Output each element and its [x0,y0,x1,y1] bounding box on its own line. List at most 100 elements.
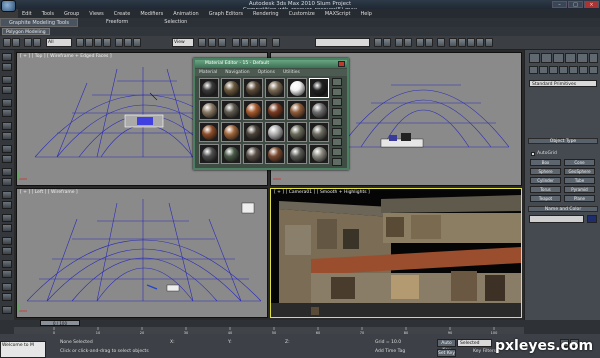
plane-button[interactable]: Plane [564,195,595,202]
material-slot[interactable] [199,122,219,142]
minimize-button[interactable]: – [552,1,567,8]
poly-tool-12-icon[interactable] [2,178,12,186]
set-key-button[interactable]: Set Key [437,349,456,357]
autogrid-checkbox[interactable] [531,152,535,156]
poly-tool-4-icon[interactable] [2,86,12,94]
material-slot[interactable] [309,78,329,98]
cylinder-button[interactable]: Cylinder [530,177,561,184]
manipulate-icon[interactable] [208,38,216,47]
material-slot[interactable] [287,144,307,164]
align-icon[interactable] [383,38,391,47]
rotate-icon[interactable] [124,38,132,47]
select-link-icon[interactable] [24,38,32,47]
menu-rendering[interactable]: Rendering [253,11,279,17]
selection-filter-dropdown[interactable]: All [46,38,72,47]
modify-tab-icon[interactable] [541,53,552,63]
pivot-center-icon[interactable] [198,38,206,47]
unlink-icon[interactable] [33,38,41,47]
make-preview-icon[interactable] [332,128,342,136]
render-iterative-icon[interactable] [476,38,484,47]
poly-tool-16-icon[interactable] [2,224,12,232]
menu-edit[interactable]: Edit [22,11,32,17]
material-slot[interactable] [287,122,307,142]
material-editor-icon[interactable] [437,38,445,47]
poly-tool-22-icon[interactable] [2,293,12,301]
poly-tool-5-icon[interactable] [2,99,12,107]
select-by-name-icon[interactable] [85,38,93,47]
move-icon[interactable] [115,38,123,47]
schematic-view-icon[interactable] [425,38,433,47]
time-slider[interactable]: 0 / 100 [40,320,80,326]
cone-button[interactable]: Cone [564,159,595,166]
activeshade-icon[interactable] [485,38,493,47]
material-editor-title[interactable]: Material Editor - 15 - Default [195,60,347,68]
material-editor-window[interactable]: Material Editor - 15 - Default Material … [193,58,349,170]
viewport-left-label[interactable]: [ + ] [ Left ] [ Wireframe ] [20,190,78,195]
object-name-field[interactable] [529,215,584,223]
poly-tool-18-icon[interactable] [2,247,12,255]
render-production-icon[interactable] [467,38,475,47]
spinner-snap-icon[interactable] [259,38,267,47]
viewport-top-label[interactable]: [ + ] [ Top ] [ Wireframe + Edged Faces … [20,54,112,59]
rect-selection-icon[interactable] [94,38,102,47]
snaps-toggle-icon[interactable] [232,38,240,47]
material-slot[interactable] [199,78,219,98]
viewport-camera[interactable]: [ + ] [ Camera01 ] [ Smooth + Highlights… [270,188,522,318]
redo-icon[interactable] [12,38,20,47]
viewport-camera-label[interactable]: [ + ] [ Camera01 ] [ Smooth + Highlights… [274,190,370,195]
material-slot[interactable] [287,78,307,98]
material-editor-close-button[interactable] [338,61,345,67]
viewport-left[interactable]: [ + ] [ Left ] [ Wireframe ] [16,188,268,318]
tab-freeform[interactable]: Freeform [98,18,136,27]
material-slot[interactable] [199,144,219,164]
name-and-color-rollout[interactable]: Name and Color [528,206,598,212]
display-tab-icon[interactable] [577,53,588,63]
close-button[interactable]: × [584,1,599,8]
add-time-tag-button[interactable]: Add Time Tag [375,349,405,354]
percent-snap-icon[interactable] [250,38,258,47]
menu-create[interactable]: Create [114,11,131,17]
auto-key-button[interactable]: Auto Key [437,339,456,353]
material-slot[interactable] [221,78,241,98]
poly-tool-1-icon[interactable] [2,53,12,61]
key-set-dropdown[interactable]: Selected [457,339,492,347]
material-slot[interactable] [287,100,307,120]
shapes-icon[interactable] [539,66,548,74]
material-slot[interactable] [221,122,241,142]
polygon-modeling-button[interactable]: Polygon Modeling [2,28,50,35]
reference-coordinate-dropdown[interactable]: View [172,38,194,47]
poly-tool-15-icon[interactable] [2,214,12,222]
geosphere-button[interactable]: GeoSphere [564,168,595,175]
tube-button[interactable]: Tube [564,177,595,184]
material-slot[interactable] [199,100,219,120]
menu-graph-editors[interactable]: Graph Editors [209,11,243,17]
angle-snap-icon[interactable] [241,38,249,47]
poly-tool-6-icon[interactable] [2,109,12,117]
material-slot[interactable] [265,122,285,142]
menu-maxscript[interactable]: MAXScript [325,11,351,17]
sphere-button[interactable]: Sphere [530,168,561,175]
space-warps-icon[interactable] [579,66,588,74]
scale-icon[interactable] [133,38,141,47]
curve-editor-icon[interactable] [416,38,424,47]
material-navigator-icon[interactable] [332,158,342,166]
poly-tool-2-icon[interactable] [2,63,12,71]
systems-icon[interactable] [589,66,598,74]
me-menu-material[interactable]: Material [199,69,217,76]
box-button[interactable]: Box [530,159,561,166]
me-menu-options[interactable]: Options [258,69,275,76]
app-logo-icon[interactable] [1,0,16,12]
poly-tool-14-icon[interactable] [2,201,12,209]
object-category-dropdown[interactable]: Standard Primitives [529,80,597,87]
rendered-frame-window-icon[interactable] [458,38,466,47]
lights-icon[interactable] [549,66,558,74]
tab-graphite-modeling-tools[interactable]: Graphite Modeling Tools [0,18,79,27]
mirror-icon[interactable] [374,38,382,47]
pyramid-button[interactable]: Pyramid [564,186,595,193]
material-slot[interactable] [309,122,329,142]
window-crossing-icon[interactable] [103,38,111,47]
select-by-material-icon[interactable] [332,148,342,156]
menu-tools[interactable]: Tools [42,11,54,17]
poly-tool-3-icon[interactable] [2,76,12,84]
named-selection-sets-field[interactable] [315,38,370,47]
